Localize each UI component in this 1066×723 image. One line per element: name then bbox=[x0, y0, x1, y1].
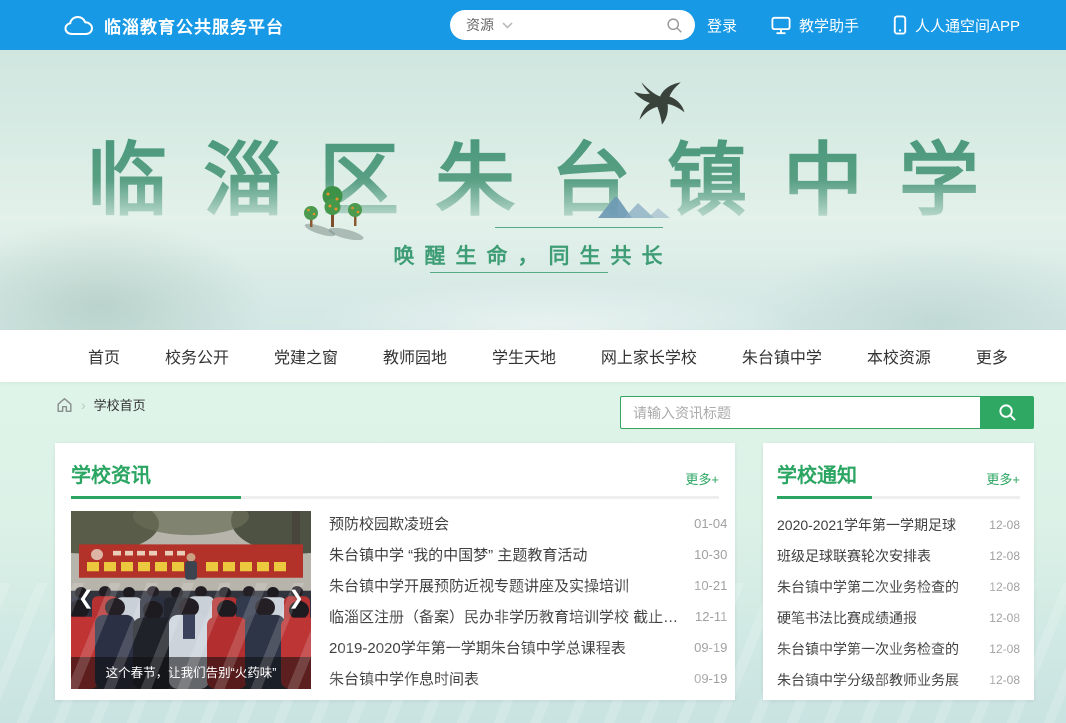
banner-slogan: 唤醒生命，同生共长 bbox=[0, 240, 1066, 270]
school-banner: 临淄区朱台镇中学 唤醒生命，同生共 bbox=[0, 50, 1066, 330]
notice-list: 2020-2021学年第一学期足球 12-08 班级足球联赛轮次安排表 12-0… bbox=[777, 509, 1020, 695]
notice-row: 班级足球联赛轮次安排表 12-08 bbox=[777, 540, 1020, 571]
teaching-assistant-label: 教学助手 bbox=[799, 15, 859, 36]
notice-date: 12-08 bbox=[989, 611, 1020, 625]
header-search-icon[interactable] bbox=[666, 17, 683, 34]
renrentong-app-link[interactable]: 人人通空间APP bbox=[893, 15, 1020, 36]
school-news-panel: 学校资讯 更多+ bbox=[55, 443, 735, 700]
news-more-link[interactable]: 更多+ bbox=[685, 469, 719, 488]
smartphone-icon bbox=[893, 15, 907, 35]
news-date: 12-11 bbox=[695, 609, 727, 624]
login-label: 登录 bbox=[707, 15, 737, 36]
carousel-prev-button[interactable]: ❮ bbox=[78, 589, 94, 608]
nav-item-teacher-garden[interactable]: 教师园地 bbox=[383, 344, 447, 368]
breadcrumb-current: 学校首页 bbox=[94, 395, 146, 414]
banner-school-name: 临淄区朱台镇中学 bbox=[0, 116, 1066, 232]
news-search-form bbox=[620, 396, 1034, 429]
cloud-logo-icon bbox=[64, 14, 94, 36]
swallow-bird-icon bbox=[632, 80, 692, 131]
top-header-bar: 临淄教育公共服务平台 资源 登录 教学助手 人人通空间APP bbox=[0, 0, 1066, 50]
news-search-input[interactable] bbox=[620, 396, 980, 429]
banner-mist-center bbox=[300, 280, 800, 330]
notice-title-link[interactable]: 2020-2021学年第一学期足球 bbox=[777, 515, 956, 535]
news-date: 09-19 bbox=[694, 640, 727, 655]
news-title-link[interactable]: 临淄区注册（备案）民办非学历教育培训学校 截止2019 bbox=[329, 606, 683, 627]
news-date: 10-30 bbox=[694, 547, 727, 562]
nav-item-home[interactable]: 首页 bbox=[88, 344, 120, 368]
news-title-link[interactable]: 2019-2020学年第一学期朱台镇中学总课程表 bbox=[329, 637, 626, 658]
notice-row: 2020-2021学年第一学期足球 12-08 bbox=[777, 509, 1020, 540]
notice-title-link[interactable]: 朱台镇中学第一次业务检查的 bbox=[777, 639, 959, 659]
breadcrumb: › 学校首页 bbox=[56, 395, 146, 414]
home-icon[interactable] bbox=[56, 397, 73, 413]
news-row: 朱台镇中学作息时间表 09-19 bbox=[329, 663, 727, 694]
news-row: 临淄区注册（备案）民办非学历教育培训学校 截止2019 12-11 bbox=[329, 601, 727, 632]
notice-date: 12-08 bbox=[989, 580, 1020, 594]
news-search-button[interactable] bbox=[980, 396, 1034, 429]
renrentong-app-label: 人人通空间APP bbox=[915, 15, 1020, 36]
news-list: 预防校园欺凌班会 01-04 朱台镇中学 “我的中国梦” 主题教育活动 10-3… bbox=[329, 508, 727, 694]
notice-panel-title: 学校通知 bbox=[777, 459, 857, 488]
news-row: 预防校园欺凌班会 01-04 bbox=[329, 508, 727, 539]
nav-item-online-parent-school[interactable]: 网上家长学校 bbox=[601, 344, 697, 368]
notice-date: 12-08 bbox=[989, 642, 1020, 656]
slogan-rule-top bbox=[495, 227, 663, 228]
news-row: 朱台镇中学 “我的中国梦” 主题教育活动 10-30 bbox=[329, 539, 727, 570]
main-navigation: 首页 校务公开 党建之窗 教师园地 学生天地 网上家长学校 朱台镇中学 本校资源… bbox=[0, 330, 1066, 382]
brand-title: 临淄教育公共服务平台 bbox=[104, 13, 284, 38]
notice-row: 朱台镇中学第二次业务检查的 12-08 bbox=[777, 571, 1020, 602]
carousel-next-button[interactable]: ❯ bbox=[288, 589, 304, 608]
notice-title-link[interactable]: 朱台镇中学第二次业务检查的 bbox=[777, 577, 959, 597]
notice-title-link[interactable]: 班级足球联赛轮次安排表 bbox=[777, 546, 931, 566]
news-carousel[interactable]: ❮ ❯ 这个春节，让我们告别“火药味” bbox=[71, 511, 311, 689]
page-content: › 学校首页 学校资讯 更多+ bbox=[0, 382, 1066, 723]
trees-illustration bbox=[298, 182, 374, 245]
nav-item-student-world[interactable]: 学生天地 bbox=[492, 344, 556, 368]
notice-row: 朱台镇中学分级部教师业务展 12-08 bbox=[777, 664, 1020, 695]
monitor-icon bbox=[771, 16, 791, 35]
nav-item-zhutai-middle-school[interactable]: 朱台镇中学 bbox=[742, 344, 822, 368]
notice-row: 朱台镇中学第一次业务检查的 12-08 bbox=[777, 633, 1020, 664]
search-scope-select[interactable]: 资源 bbox=[466, 15, 494, 35]
news-title-link[interactable]: 朱台镇中学作息时间表 bbox=[329, 668, 479, 689]
nav-item-more[interactable]: 更多 bbox=[976, 344, 1008, 368]
notice-row: 硬笔书法比赛成绩通报 12-08 bbox=[777, 602, 1020, 633]
nav-item-school-resources[interactable]: 本校资源 bbox=[867, 344, 931, 368]
notice-more-link[interactable]: 更多+ bbox=[986, 469, 1020, 488]
chevron-down-icon bbox=[502, 22, 513, 29]
notice-date: 12-08 bbox=[989, 549, 1020, 563]
search-icon bbox=[998, 403, 1017, 422]
notice-date: 12-08 bbox=[989, 518, 1020, 532]
carousel-caption: 这个春节，让我们告别“火药味” bbox=[71, 657, 311, 689]
news-row: 朱台镇中学开展预防近视专题讲座及实操培训 10-21 bbox=[329, 570, 727, 601]
mountains-illustration bbox=[598, 194, 672, 223]
brand-home-link[interactable]: 临淄教育公共服务平台 bbox=[64, 0, 284, 50]
news-title-link[interactable]: 朱台镇中学 “我的中国梦” 主题教育活动 bbox=[329, 544, 587, 565]
login-link[interactable]: 登录 bbox=[707, 15, 737, 36]
news-date: 10-21 bbox=[694, 578, 727, 593]
slogan-rule-bottom bbox=[430, 272, 608, 273]
nav-item-party-building[interactable]: 党建之窗 bbox=[274, 344, 338, 368]
notice-title-link[interactable]: 朱台镇中学分级部教师业务展 bbox=[777, 670, 959, 690]
news-date: 01-04 bbox=[694, 516, 727, 531]
notice-date: 12-08 bbox=[989, 673, 1020, 687]
breadcrumb-separator-icon: › bbox=[81, 397, 86, 413]
notice-title-link[interactable]: 硬笔书法比赛成绩通报 bbox=[777, 608, 917, 628]
header-links: 登录 教学助手 人人通空间APP bbox=[707, 0, 1020, 50]
news-row: 2019-2020学年第一学期朱台镇中学总课程表 09-19 bbox=[329, 632, 727, 663]
notice-panel-rule bbox=[777, 496, 1020, 499]
nav-item-school-affairs[interactable]: 校务公开 bbox=[165, 344, 229, 368]
news-title-link[interactable]: 朱台镇中学开展预防近视专题讲座及实操培训 bbox=[329, 575, 629, 596]
banner-mist-left bbox=[0, 220, 270, 330]
news-date: 09-19 bbox=[694, 671, 727, 686]
news-title-link[interactable]: 预防校园欺凌班会 bbox=[329, 513, 449, 534]
teaching-assistant-link[interactable]: 教学助手 bbox=[771, 15, 859, 36]
news-panel-title: 学校资讯 bbox=[71, 459, 151, 488]
header-search-bar[interactable]: 资源 bbox=[450, 10, 695, 40]
news-panel-rule bbox=[71, 496, 719, 499]
school-notice-panel: 学校通知 更多+ 2020-2021学年第一学期足球 12-08 班级足球联赛轮… bbox=[763, 443, 1034, 700]
